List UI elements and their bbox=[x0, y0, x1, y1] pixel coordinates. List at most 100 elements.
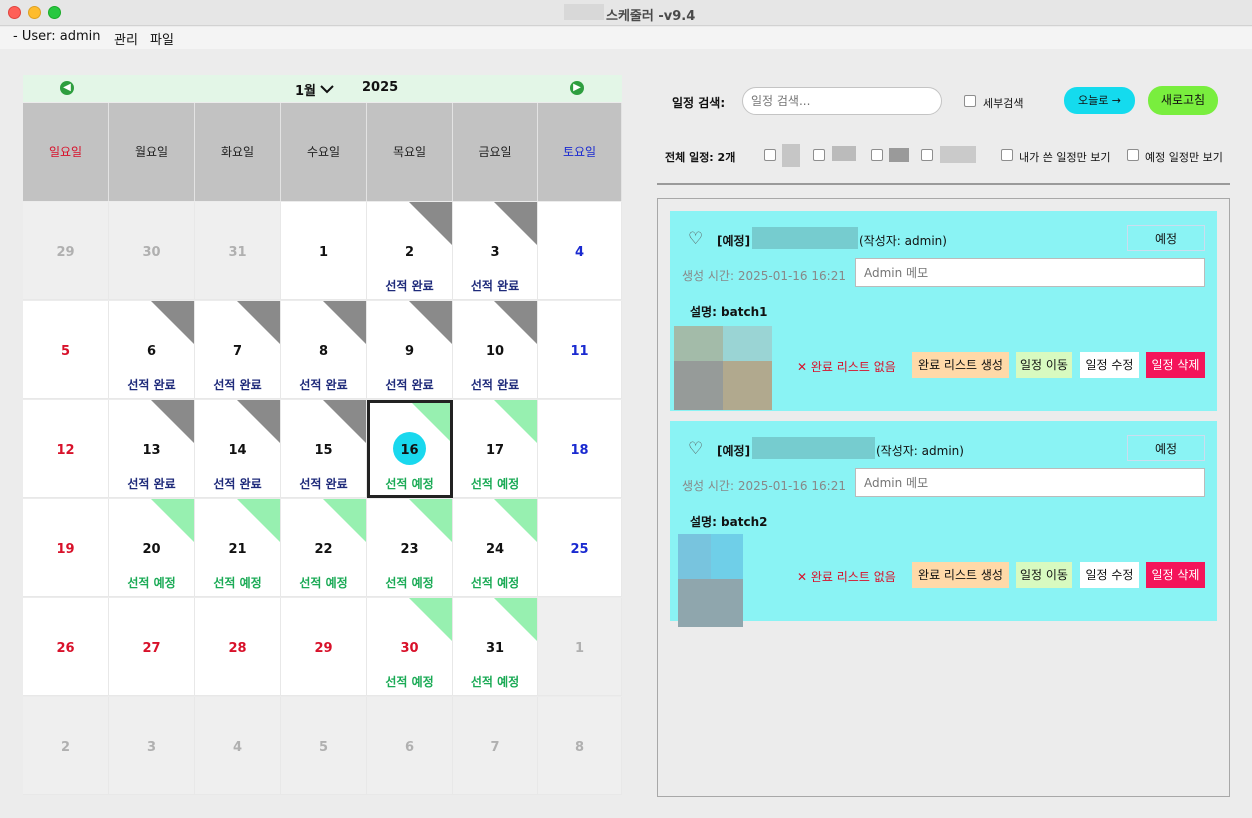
admin-memo-input[interactable] bbox=[855, 258, 1205, 287]
filter-checkbox-2[interactable] bbox=[813, 149, 825, 161]
calendar-day-cell[interactable]: 30 선적 예정 bbox=[367, 598, 453, 696]
status-corner-marker bbox=[323, 301, 366, 344]
calendar-day-cell[interactable]: 31 선적 예정 bbox=[453, 598, 538, 696]
filter-label-redacted-1 bbox=[782, 144, 800, 167]
menu-manage[interactable]: 관리 bbox=[114, 29, 138, 48]
filter-label-redacted-2 bbox=[832, 146, 856, 161]
calendar-day-cell[interactable]: 3 bbox=[109, 697, 195, 795]
heart-icon[interactable]: ♡ bbox=[688, 439, 703, 459]
today-button[interactable]: 오늘로 → bbox=[1064, 87, 1135, 114]
attachment-thumbnail[interactable] bbox=[674, 326, 772, 410]
weekday-header: 수요일 bbox=[281, 103, 367, 201]
calendar-day-cell[interactable]: 8 bbox=[538, 697, 622, 795]
prev-month-icon[interactable]: ◀ bbox=[60, 81, 74, 95]
filter-checkbox-3[interactable] bbox=[871, 149, 883, 161]
calendar-day-cell[interactable]: 25 bbox=[538, 499, 622, 597]
calendar-day-cell[interactable]: 20 선적 예정 bbox=[109, 499, 195, 597]
calendar-day-cell[interactable]: 8 선적 완료 bbox=[281, 301, 367, 399]
move-schedule-button[interactable]: 일정 이동 bbox=[1016, 562, 1072, 588]
calendar-day-cell[interactable]: 4 bbox=[538, 202, 622, 300]
close-window-button[interactable] bbox=[8, 6, 21, 19]
calendar-day-cell[interactable]: 18 bbox=[538, 400, 622, 498]
day-number: 8 bbox=[574, 740, 585, 755]
calendar-day-cell[interactable]: 26 bbox=[23, 598, 109, 696]
admin-memo-input[interactable] bbox=[855, 468, 1205, 497]
calendar-header: ◀ 1월 2025 ▶ bbox=[23, 75, 622, 102]
filter-checkbox-4[interactable] bbox=[921, 149, 933, 161]
calendar-day-cell[interactable]: 21 선적 예정 bbox=[195, 499, 281, 597]
calendar-day-cell[interactable]: 9 선적 완료 bbox=[367, 301, 453, 399]
create-complete-list-button[interactable]: 완료 리스트 생성 bbox=[912, 352, 1009, 378]
calendar-day-cell[interactable]: 5 bbox=[281, 697, 367, 795]
move-schedule-button[interactable]: 일정 이동 bbox=[1016, 352, 1072, 378]
day-number: 25 bbox=[570, 542, 589, 557]
zoom-window-button[interactable] bbox=[48, 6, 61, 19]
calendar-day-cell[interactable]: 15 선적 완료 bbox=[281, 400, 367, 498]
calendar-day-cell[interactable]: 3 선적 완료 bbox=[453, 202, 538, 300]
day-number: 11 bbox=[570, 344, 589, 359]
attachment-thumbnail[interactable] bbox=[678, 534, 743, 627]
shipment-status: 선적 완료 bbox=[213, 378, 262, 392]
refresh-button[interactable]: 새로고침 bbox=[1148, 86, 1218, 115]
calendar-day-cell[interactable]: 6 bbox=[367, 697, 453, 795]
calendar-day-cell[interactable]: 17 선적 예정 bbox=[453, 400, 538, 498]
chevron-down-icon[interactable] bbox=[319, 83, 335, 99]
day-number: 28 bbox=[228, 641, 247, 656]
calendar-day-cell[interactable]: 30 bbox=[109, 202, 195, 300]
calendar-day-cell[interactable]: 23 선적 예정 bbox=[367, 499, 453, 597]
delete-schedule-button[interactable]: 일정 삭제 bbox=[1146, 352, 1205, 378]
calendar-day-cell[interactable]: 31 bbox=[195, 202, 281, 300]
menu-file[interactable]: 파일 bbox=[150, 29, 174, 48]
calendar-day-cell[interactable]: 19 bbox=[23, 499, 109, 597]
weekday-header: 토요일 bbox=[538, 103, 622, 201]
detail-search-checkbox[interactable] bbox=[964, 95, 976, 107]
calendar-day-cell[interactable]: 14 선적 완료 bbox=[195, 400, 281, 498]
shipment-status: 선적 완료 bbox=[127, 378, 176, 392]
create-complete-list-button[interactable]: 완료 리스트 생성 bbox=[912, 562, 1009, 588]
calendar-day-cell[interactable]: 1 bbox=[281, 202, 367, 300]
redacted-title-prefix bbox=[564, 4, 604, 20]
calendar-day-cell[interactable]: 22 선적 예정 bbox=[281, 499, 367, 597]
status-corner-marker bbox=[151, 499, 194, 542]
month-label[interactable]: 1월 bbox=[295, 80, 316, 99]
search-label: 일정 검색: bbox=[672, 96, 726, 110]
day-number: 2 bbox=[60, 740, 71, 755]
shipment-status: 선적 예정 bbox=[127, 576, 176, 590]
year-label[interactable]: 2025 bbox=[362, 80, 398, 95]
minimize-window-button[interactable] bbox=[28, 6, 41, 19]
calendar-day-cell[interactable]: 10 선적 완료 bbox=[453, 301, 538, 399]
calendar-day-cell[interactable]: 29 bbox=[281, 598, 367, 696]
calendar-day-cell[interactable]: 1 bbox=[538, 598, 622, 696]
calendar-day-cell[interactable]: 29 bbox=[23, 202, 109, 300]
calendar-day-cell[interactable]: 5 bbox=[23, 301, 109, 399]
status-button[interactable]: 예정 bbox=[1127, 435, 1205, 461]
calendar-day-cell[interactable]: 27 bbox=[109, 598, 195, 696]
filter-checkbox-1[interactable] bbox=[764, 149, 776, 161]
mine-only-checkbox[interactable] bbox=[1001, 149, 1013, 161]
day-number: 7 bbox=[490, 740, 500, 755]
status-button[interactable]: 예정 bbox=[1127, 225, 1205, 251]
day-number: 17 bbox=[485, 443, 505, 458]
calendar-day-cell[interactable]: 6 선적 완료 bbox=[109, 301, 195, 399]
calendar-day-cell[interactable]: 7 bbox=[453, 697, 538, 795]
calendar-day-cell[interactable]: 11 bbox=[538, 301, 622, 399]
calendar-day-cell[interactable]: 7 선적 완료 bbox=[195, 301, 281, 399]
planned-only-checkbox[interactable] bbox=[1127, 149, 1139, 161]
delete-schedule-button[interactable]: 일정 삭제 bbox=[1146, 562, 1205, 588]
calendar-day-cell[interactable]: 2 bbox=[23, 697, 109, 795]
calendar-day-cell[interactable]: 24 선적 예정 bbox=[453, 499, 538, 597]
calendar-day-cell[interactable]: 28 bbox=[195, 598, 281, 696]
card-tag: [예정] bbox=[717, 234, 751, 248]
edit-schedule-button[interactable]: 일정 수정 bbox=[1080, 352, 1139, 378]
calendar-day-cell[interactable]: 12 bbox=[23, 400, 109, 498]
status-corner-marker bbox=[494, 400, 537, 443]
edit-schedule-button[interactable]: 일정 수정 bbox=[1080, 562, 1139, 588]
calendar-day-cell[interactable]: 4 bbox=[195, 697, 281, 795]
calendar-day-cell[interactable]: 13 선적 완료 bbox=[109, 400, 195, 498]
search-input[interactable] bbox=[742, 87, 942, 115]
next-month-icon[interactable]: ▶ bbox=[570, 81, 584, 95]
day-number: 31 bbox=[485, 641, 505, 656]
calendar-day-cell[interactable]: 2 선적 완료 bbox=[367, 202, 453, 300]
menu-user[interactable]: - User: admin bbox=[13, 29, 100, 44]
heart-icon[interactable]: ♡ bbox=[688, 229, 703, 249]
